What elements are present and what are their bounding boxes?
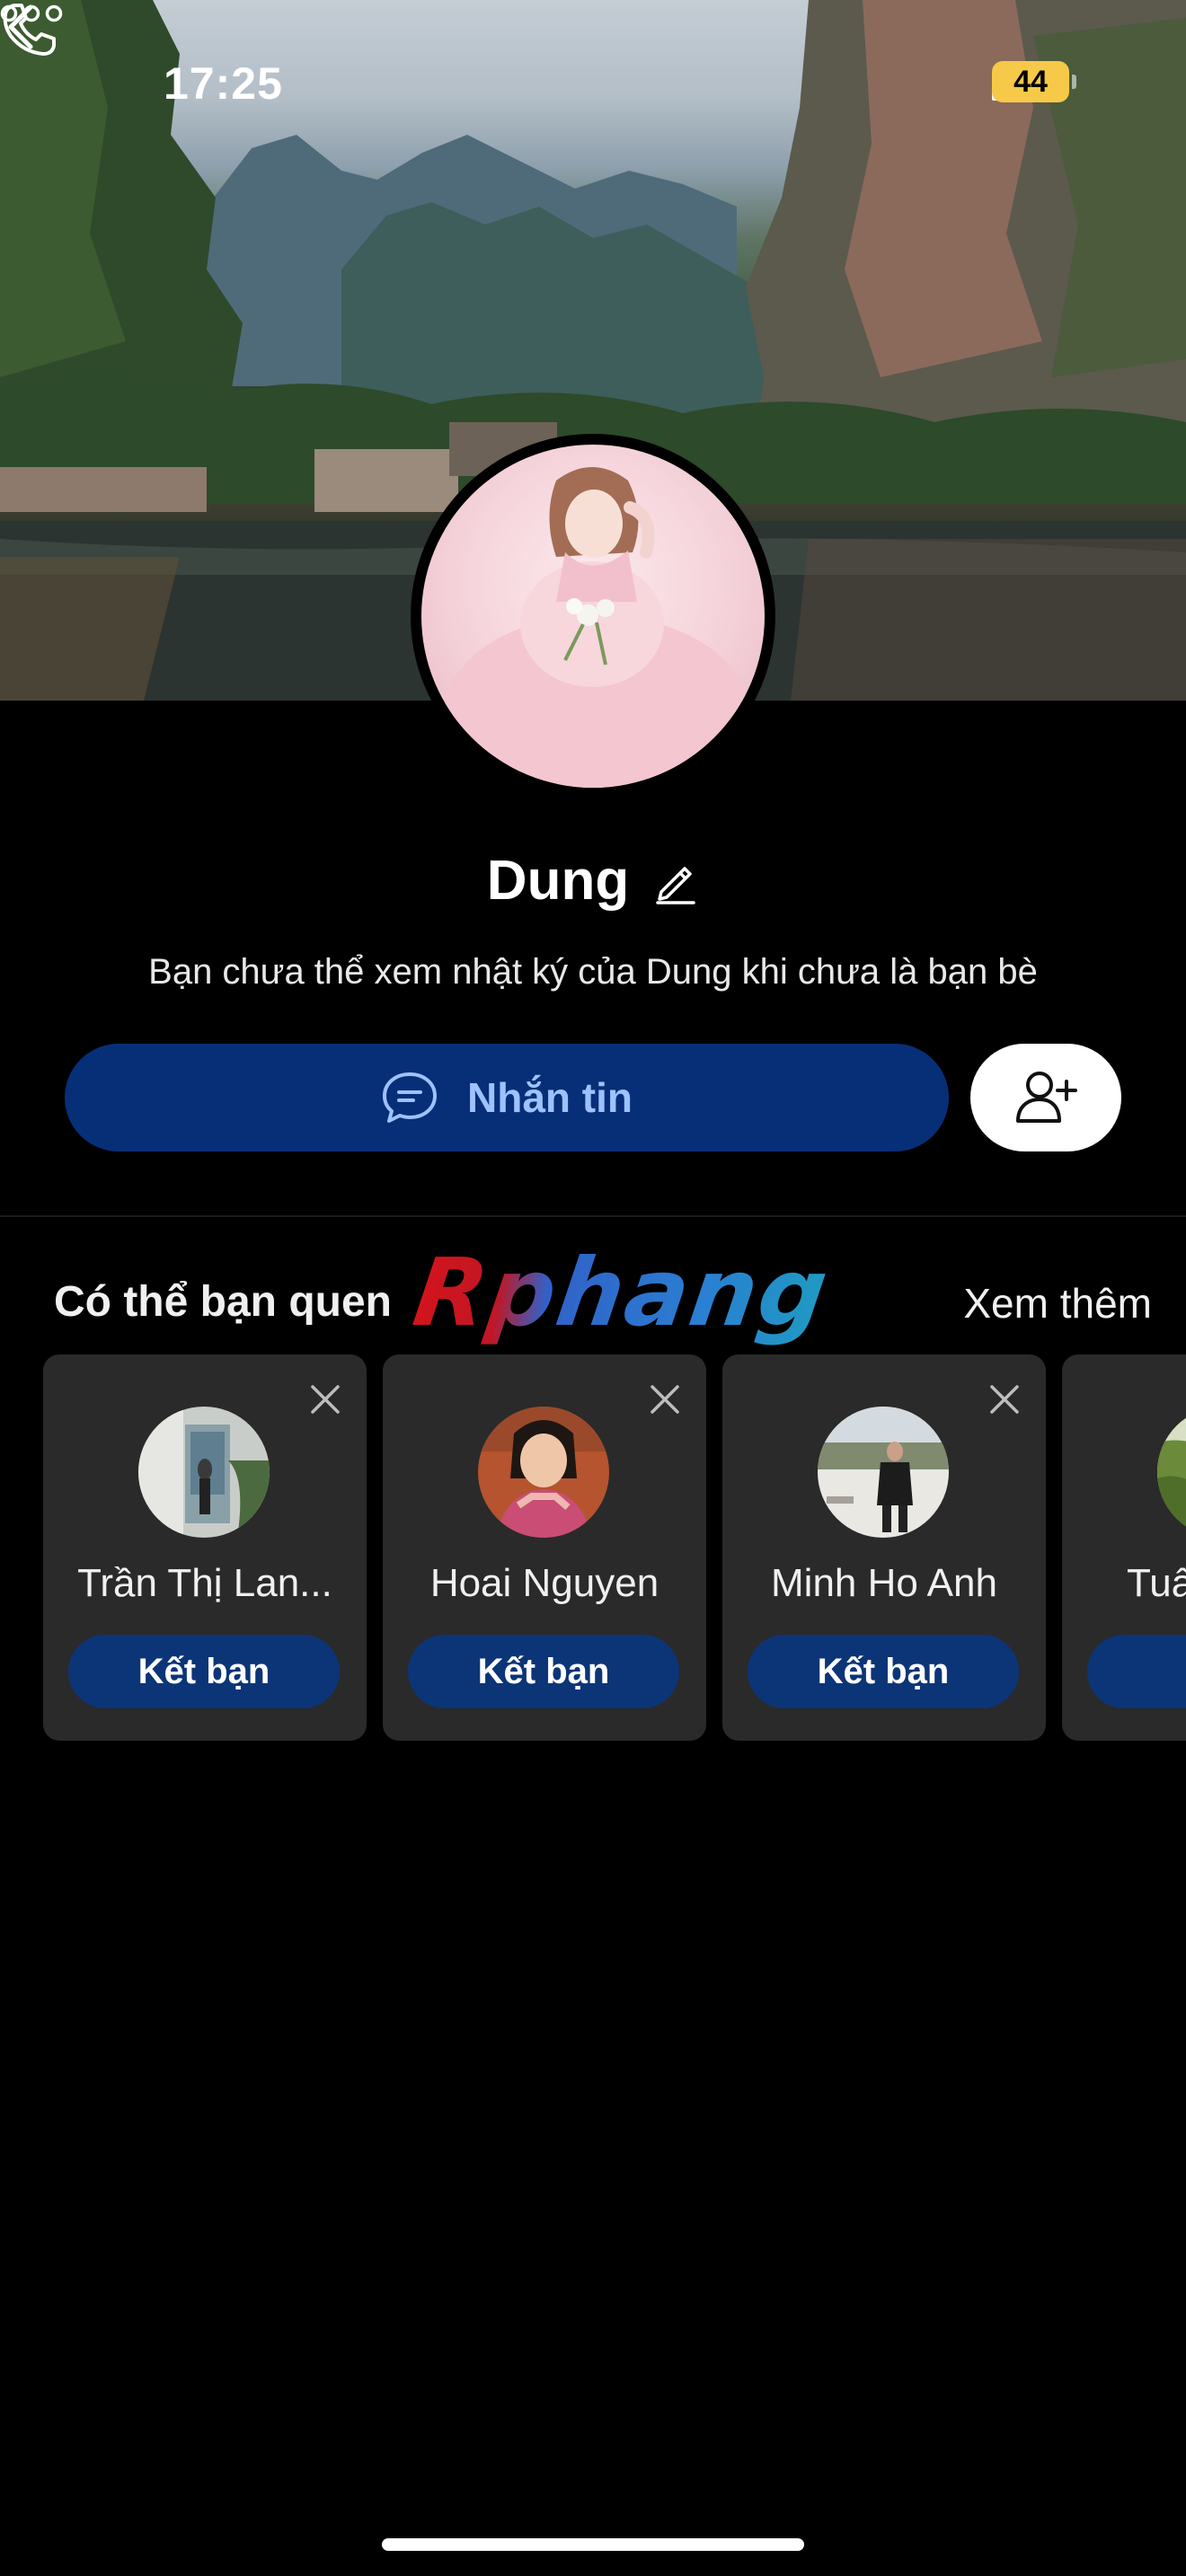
suggestion-card[interactable]: Minh Ho Anh Kết bạn [722,1354,1046,1741]
add-friend-suggestion-button[interactable]: Kế [1087,1635,1186,1708]
suggestions-carousel[interactable]: Trần Thị Lan... Kết bạn Hoai Nguyen Kết … [43,1354,1186,1742]
see-more-link[interactable]: Xem thêm [963,1279,1152,1328]
message-button-label: Nhắn tin [467,1074,633,1121]
profile-avatar[interactable] [411,434,775,798]
status-time: 17:25 [164,58,283,109]
status-indicators: 44 [992,61,1076,102]
edit-pencil-icon[interactable] [652,858,699,904]
home-indicator[interactable] [382,2538,804,2551]
profile-description: Bạn chưa thể xem nhật ký của Dung khi ch… [148,952,1038,992]
suggestions-title: Có thể bạn quen [54,1278,392,1326]
more-dots-icon[interactable] [0,0,63,27]
suggestion-name: Tuấ [1127,1561,1186,1605]
suggestion-name: Trần Thị Lan... [77,1561,332,1605]
add-friend-suggestion-button[interactable]: Kết bạn [68,1635,340,1708]
suggestion-card[interactable]: Tuấ Kế [1062,1354,1186,1741]
avatar-photo [421,445,765,788]
close-icon[interactable] [988,1383,1021,1416]
close-icon[interactable] [309,1383,341,1416]
suggestion-card[interactable]: Hoai Nguyen Kết bạn [383,1354,706,1741]
message-button[interactable]: Nhắn tin [65,1044,949,1151]
avatar-portrait [444,467,749,788]
suggestion-avatar [138,1407,270,1538]
profile-name: Dung [486,850,630,912]
suggestion-card[interactable]: Trần Thị Lan... Kết bạn [43,1354,367,1741]
watermark-logo: Rphang [407,1238,836,1347]
profile-name-row: Dung [0,849,1186,913]
close-icon[interactable] [649,1383,681,1416]
chat-bubble-icon [383,1072,437,1123]
add-user-icon [1016,1072,1077,1123]
suggestion-avatar [818,1407,949,1538]
add-friend-suggestion-button[interactable]: Kết bạn [748,1635,1019,1708]
add-friend-suggestion-button[interactable]: Kết bạn [408,1635,679,1708]
suggestion-name: Hoai Nguyen [429,1561,659,1605]
suggestion-avatar [1157,1407,1186,1538]
suggestion-name: Minh Ho Anh [771,1561,997,1605]
battery-indicator: 44 [992,61,1076,102]
suggestion-avatar [478,1407,609,1538]
section-divider [0,1215,1186,1217]
add-friend-button[interactable] [970,1044,1121,1151]
